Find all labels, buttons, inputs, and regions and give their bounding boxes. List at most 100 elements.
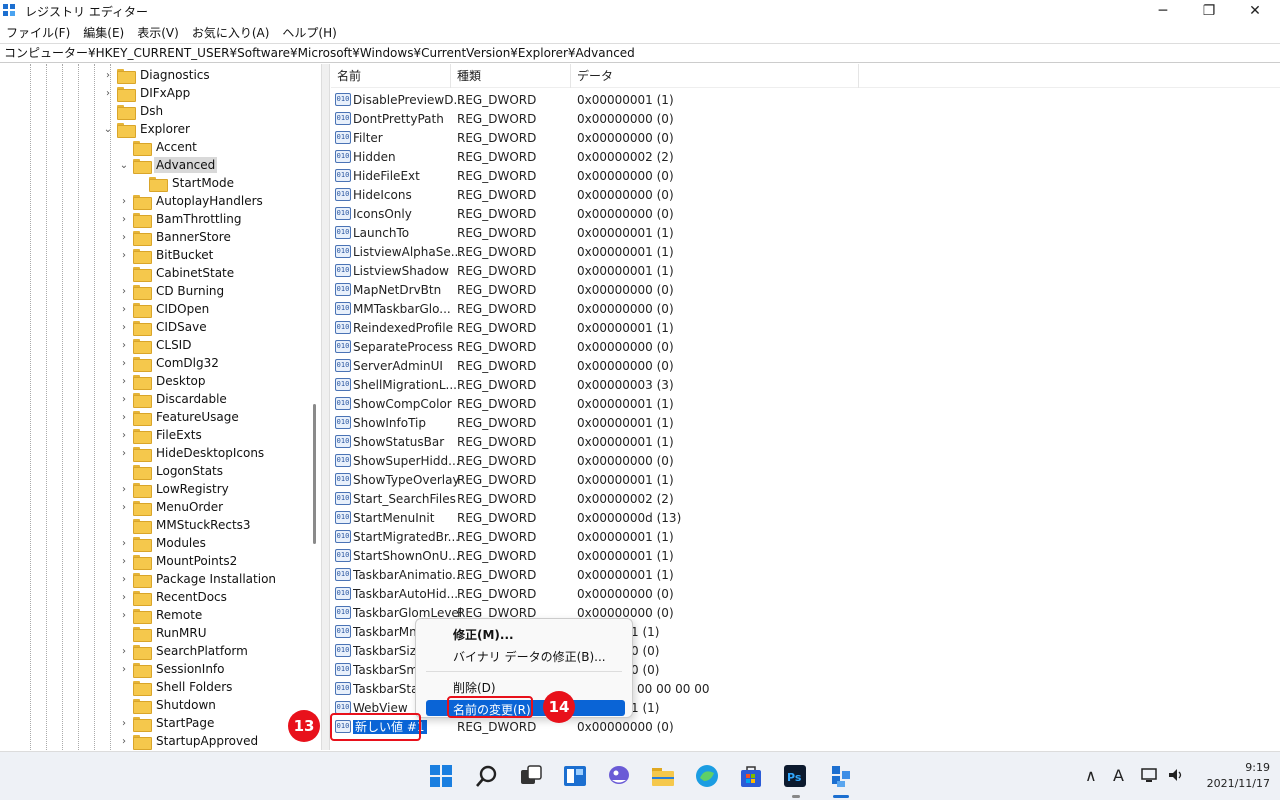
tree-node[interactable]: › CIDSave bbox=[118, 318, 209, 336]
value-row[interactable]: 010 ShowStatusBar REG_DWORD 0x00000001 (1) bbox=[331, 432, 1280, 451]
tree-expand-chevron-icon[interactable]: › bbox=[118, 340, 130, 351]
value-row[interactable]: 010 StartMigratedBr... REG_DWORD 0x00000001… bbox=[331, 527, 1280, 546]
tree-scrollbar-thumb[interactable] bbox=[313, 404, 316, 544]
menu-view[interactable]: 表示(V) bbox=[137, 24, 179, 41]
tree-expand-chevron-icon[interactable]: › bbox=[118, 376, 130, 387]
value-row[interactable]: 010 ListviewAlphaSe... REG_DWORD 0x00000001… bbox=[331, 242, 1280, 261]
maximize-button[interactable]: ❐ bbox=[1186, 0, 1232, 22]
value-row[interactable]: 010 ListviewShadow REG_DWORD 0x00000001 (1) bbox=[331, 261, 1280, 280]
tree-node[interactable]: › DIFxApp bbox=[102, 84, 192, 102]
tree-node[interactable]: › MenuOrder bbox=[118, 498, 225, 516]
tray-overflow-icon[interactable]: ∧ bbox=[1085, 766, 1097, 785]
tree-expand-chevron-icon[interactable]: › bbox=[118, 430, 130, 441]
value-row[interactable]: 010 DontPrettyPath REG_DWORD 0x00000000 (0) bbox=[331, 109, 1280, 128]
menu-item-delete[interactable]: 削除(D) bbox=[453, 679, 496, 696]
tree-expand-chevron-icon[interactable]: › bbox=[118, 214, 130, 225]
tree-expand-chevron-icon[interactable]: › bbox=[118, 502, 130, 513]
file-explorer-icon[interactable] bbox=[650, 763, 676, 789]
tree-expand-chevron-icon[interactable]: ⌄ bbox=[118, 160, 130, 171]
value-row[interactable]: 010 MapNetDrvBtn REG_DWORD 0x00000000 (0) bbox=[331, 280, 1280, 299]
tree-node[interactable]: › StartupApproved bbox=[118, 732, 260, 750]
tree-node[interactable]: Dsh bbox=[102, 102, 165, 120]
menu-edit[interactable]: 編集(E) bbox=[83, 24, 124, 41]
value-row[interactable]: 010 Filter REG_DWORD 0x00000000 (0) bbox=[331, 128, 1280, 147]
tree-expand-chevron-icon[interactable]: › bbox=[118, 448, 130, 459]
task-view-icon[interactable] bbox=[518, 763, 544, 789]
value-row[interactable]: 010 Hidden REG_DWORD 0x00000002 (2) bbox=[331, 147, 1280, 166]
tree-node[interactable]: ⌄ Explorer bbox=[102, 120, 192, 138]
tree-node[interactable]: CabinetState bbox=[118, 264, 236, 282]
menu-item-modify[interactable]: 修正(M)... bbox=[453, 626, 514, 643]
tree-node[interactable]: › Diagnostics bbox=[102, 66, 212, 84]
tree-expand-chevron-icon[interactable]: › bbox=[118, 610, 130, 621]
tree-expand-chevron-icon[interactable]: › bbox=[118, 322, 130, 333]
volume-icon[interactable] bbox=[1167, 767, 1185, 783]
tree-expand-chevron-icon[interactable]: › bbox=[118, 646, 130, 657]
column-name-header[interactable]: 名前 bbox=[331, 64, 451, 88]
search-icon[interactable] bbox=[474, 763, 500, 789]
tree-node[interactable]: › HideDesktopIcons bbox=[118, 444, 266, 462]
tree-expand-chevron-icon[interactable]: › bbox=[118, 412, 130, 423]
tree-node[interactable]: › CIDOpen bbox=[118, 300, 211, 318]
menu-item-modify-binary[interactable]: バイナリ データの修正(B)... bbox=[453, 648, 606, 665]
value-row[interactable]: 010 StartShownOnU... REG_DWORD 0x00000001 (… bbox=[331, 546, 1280, 565]
tree-expand-chevron-icon[interactable]: › bbox=[118, 250, 130, 261]
tree-node[interactable]: › MountPoints2 bbox=[118, 552, 239, 570]
tree-node[interactable]: › FileExts bbox=[118, 426, 204, 444]
store-icon[interactable] bbox=[738, 763, 764, 789]
value-row[interactable]: 010 ShowTypeOverlay REG_DWORD 0x00000001 (1… bbox=[331, 470, 1280, 489]
tree-node[interactable]: › BannerStore bbox=[118, 228, 233, 246]
widgets-icon[interactable] bbox=[562, 763, 588, 789]
tree-node[interactable]: › SearchPlatform bbox=[118, 642, 250, 660]
edge-icon[interactable] bbox=[694, 763, 720, 789]
new-value-row[interactable]: 010 新しい値 #1 REG_DWORD 0x00000000 (0) bbox=[331, 717, 1280, 736]
value-row[interactable]: 010 ReindexedProfile REG_DWORD 0x00000001 (… bbox=[331, 318, 1280, 337]
tree-node[interactable]: › AutoplayHandlers bbox=[118, 192, 265, 210]
value-row[interactable]: 010 TaskbarAutoHid... REG_DWORD 0x00000000 … bbox=[331, 584, 1280, 603]
tree-node[interactable]: › RecentDocs bbox=[118, 588, 229, 606]
tree-node[interactable]: StartMode bbox=[134, 174, 236, 192]
value-row[interactable]: 010 HideIcons REG_DWORD 0x00000000 (0) bbox=[331, 185, 1280, 204]
tree-node[interactable]: › ComDlg32 bbox=[118, 354, 221, 372]
tree-node[interactable]: MMStuckRects3 bbox=[118, 516, 253, 534]
tree-expand-chevron-icon[interactable]: › bbox=[118, 538, 130, 549]
tree-node[interactable]: › Desktop bbox=[118, 372, 208, 390]
tree-expand-chevron-icon[interactable]: › bbox=[118, 556, 130, 567]
tree-expand-chevron-icon[interactable]: › bbox=[118, 736, 130, 747]
menu-favorites[interactable]: お気に入り(A) bbox=[192, 24, 270, 41]
value-row[interactable]: 010 HideFileExt REG_DWORD 0x00000000 (0) bbox=[331, 166, 1280, 185]
tree-expand-chevron-icon[interactable]: › bbox=[118, 286, 130, 297]
minimize-button[interactable]: ─ bbox=[1140, 0, 1186, 22]
tree-expand-chevron-icon[interactable]: › bbox=[118, 718, 130, 729]
tree-node[interactable]: Accent bbox=[118, 138, 199, 156]
value-row[interactable]: 010 ShowCompColor REG_DWORD 0x00000001 (1) bbox=[331, 394, 1280, 413]
pane-splitter[interactable] bbox=[322, 64, 330, 750]
tree-node[interactable]: › CD Burning bbox=[118, 282, 226, 300]
tree-node[interactable]: › BamThrottling bbox=[118, 210, 244, 228]
value-row[interactable]: 010 TaskbarAnimatio... REG_DWORD 0x00000001… bbox=[331, 565, 1280, 584]
tree-node[interactable]: › StartPage bbox=[118, 714, 216, 732]
tree-expand-chevron-icon[interactable]: › bbox=[102, 70, 114, 81]
tree-expand-chevron-icon[interactable]: › bbox=[118, 574, 130, 585]
menu-help[interactable]: ヘルプ(H) bbox=[282, 24, 336, 41]
tree-node[interactable]: ⌄ Advanced bbox=[118, 156, 218, 174]
tree-node[interactable]: › LowRegistry bbox=[118, 480, 231, 498]
chat-icon[interactable] bbox=[606, 763, 632, 789]
system-clock[interactable]: 9:19 2021/11/17 bbox=[1196, 760, 1270, 792]
tree-expand-chevron-icon[interactable]: › bbox=[118, 232, 130, 243]
photoshop-icon[interactable]: Ps bbox=[782, 763, 808, 789]
address-bar[interactable]: コンピューター¥HKEY_CURRENT_USER¥Software¥Micro… bbox=[0, 43, 1280, 63]
value-row[interactable]: 010 DisablePreviewD... REG_DWORD 0x00000001… bbox=[331, 90, 1280, 109]
value-row[interactable]: 010 LaunchTo REG_DWORD 0x00000001 (1) bbox=[331, 223, 1280, 242]
tree-node[interactable]: RunMRU bbox=[118, 624, 208, 642]
start-icon[interactable] bbox=[428, 763, 454, 789]
tree-expand-chevron-icon[interactable]: › bbox=[118, 592, 130, 603]
tree-expand-chevron-icon[interactable]: › bbox=[102, 88, 114, 99]
value-row[interactable]: 010 IconsOnly REG_DWORD 0x00000000 (0) bbox=[331, 204, 1280, 223]
value-row[interactable]: 010 ServerAdminUI REG_DWORD 0x00000000 (0) bbox=[331, 356, 1280, 375]
tree-node[interactable]: › CLSID bbox=[118, 336, 193, 354]
tree-node[interactable]: › Package Installation bbox=[118, 570, 278, 588]
value-row[interactable]: 010 MMTaskbarGlo... REG_DWORD 0x00000000 (0… bbox=[331, 299, 1280, 318]
ime-mode-icon[interactable]: A bbox=[1113, 766, 1124, 785]
column-type-header[interactable]: 種類 bbox=[451, 64, 571, 88]
